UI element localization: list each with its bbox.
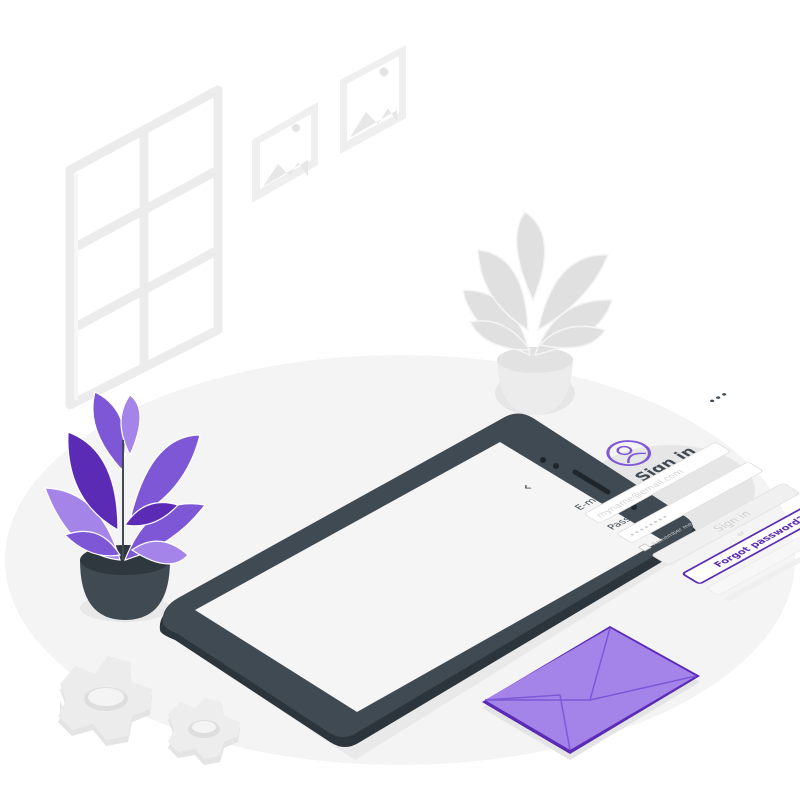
illustration-scene: ‹ • • • Sign in E-mail myname@email.com … [5, 45, 800, 765]
picture-frame-left [252, 102, 318, 203]
picture-frame-right [340, 45, 406, 154]
window-frame [65, 85, 223, 410]
more-dots-icon[interactable]: • • • [703, 390, 732, 407]
